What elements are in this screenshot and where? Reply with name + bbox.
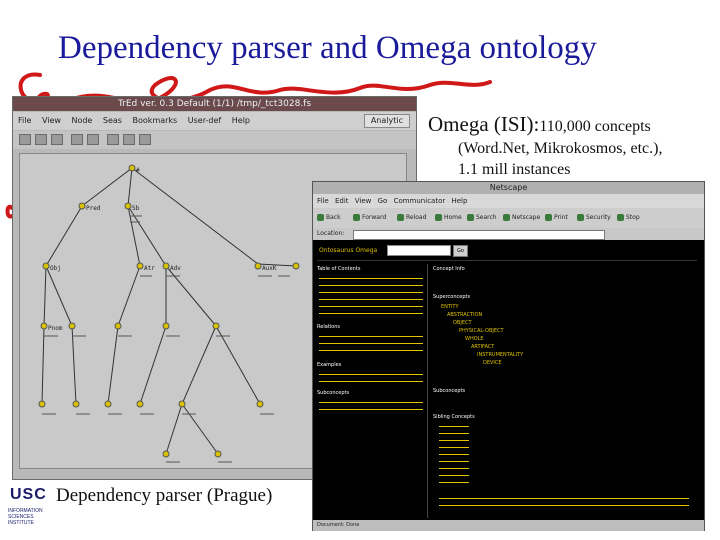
tred-menu-file[interactable]: File (18, 116, 31, 125)
ontology-search-input[interactable] (387, 245, 451, 256)
left-text-block (319, 334, 423, 356)
back-button[interactable]: Back (317, 212, 341, 224)
toolbar-button[interactable] (19, 134, 31, 145)
right-footer-text (439, 496, 689, 510)
superconcept-link[interactable]: ENTITY (441, 304, 459, 310)
tree-node-label: Sb (132, 205, 140, 212)
toolbar-button[interactable] (107, 134, 119, 145)
toolbar-button[interactable] (139, 134, 151, 145)
browser-menu-file[interactable]: File (317, 197, 329, 205)
superconcept-link[interactable]: INSTRUMENTALITY (477, 352, 523, 358)
omega-concept-count: 110,000 concepts (539, 118, 651, 135)
slide-title: Dependency parser and Omega ontology (58, 30, 597, 66)
tred-menubar: File View Node Seas Bookmarks User-def H… (13, 112, 416, 130)
tred-menu-bookmarks[interactable]: Bookmarks (133, 116, 178, 125)
left-section-title: Relations (317, 324, 340, 330)
tred-menu-view[interactable]: View (42, 116, 61, 125)
superconcept-link[interactable]: ABSTRACTION (447, 312, 482, 318)
superconcept-link[interactable]: ARTIFACT (471, 344, 494, 350)
browser-menu-edit[interactable]: Edit (335, 197, 349, 205)
browser-menubar: File Edit View Go Communicator Help (313, 194, 704, 208)
stop-button[interactable]: Stop (617, 212, 640, 224)
superconcept-link[interactable]: WHOLE (465, 336, 484, 342)
toolbar-button[interactable] (35, 134, 47, 145)
toolbar-button[interactable] (87, 134, 99, 145)
omega-headline: Omega (ISI):110,000 concepts (428, 112, 651, 137)
right-section-title: Superconcepts (433, 294, 471, 300)
toolbar-button[interactable] (71, 134, 83, 145)
usc-logo: USC (10, 486, 47, 503)
tree-node-label: Adv (170, 265, 181, 272)
home-button[interactable]: Home (435, 212, 462, 224)
browser-menu-view[interactable]: View (355, 197, 372, 205)
tree-node-label: Pnom (48, 325, 63, 332)
right-section-title: Subconcepts (433, 388, 466, 394)
left-text-block (319, 276, 423, 318)
toolbar-button[interactable] (123, 134, 135, 145)
browser-navbar: Back Forward Reload Home Search Netscape… (313, 208, 704, 228)
tred-menu-node[interactable]: Node (71, 116, 92, 125)
browser-content: Ontosaurus Omega Go Table of Contents Re… (313, 240, 704, 520)
superconcept-link[interactable]: DEVICE (483, 360, 502, 366)
tred-toolbar (13, 131, 416, 149)
browser-menu-communicator[interactable]: Communicator (394, 197, 446, 205)
parser-caption: Dependency parser (Prague) (56, 485, 273, 506)
left-text-block (319, 400, 423, 410)
superconcept-link[interactable]: PHYSICAL-OBJECT (459, 328, 504, 334)
left-text-block (319, 372, 423, 382)
left-section-title: Subconcepts (317, 390, 350, 396)
omega-instances: 1.1 mill instances (458, 161, 571, 178)
search-button[interactable]: Search (467, 212, 497, 224)
superconcept-link[interactable]: OBJECT (453, 320, 472, 326)
tred-style-select[interactable]: Analytic (363, 114, 410, 128)
location-input[interactable] (353, 230, 605, 240)
tred-menu-user-def[interactable]: User-def (188, 116, 221, 125)
browser-titlebar[interactable]: Netscape (313, 182, 704, 194)
tred-menu-help[interactable]: Help (232, 116, 250, 125)
right-section-title: Sibling Concepts (433, 414, 475, 420)
tred-titlebar[interactable]: TrEd ver. 0.3 Default (1/1) /tmp/_tct302… (13, 97, 416, 111)
reload-button[interactable]: Reload (397, 212, 426, 224)
omega-sources: (Word.Net, Mikrokosmos, etc.), (458, 140, 663, 157)
location-label: Location: (317, 230, 345, 237)
browser-menu-go[interactable]: Go (378, 197, 388, 205)
omega-browser-window: Netscape File Edit View Go Communicator … (312, 181, 705, 531)
go-button[interactable]: Go (453, 245, 468, 257)
ontology-search-bar: Ontosaurus Omega Go (317, 242, 697, 261)
browser-menu-help[interactable]: Help (451, 197, 467, 205)
tree-node-label: Atr (144, 265, 155, 272)
ontology-right-pane: Concept Info Superconcepts ENTITY ABSTRA… (431, 264, 701, 518)
tred-menu-seas[interactable]: Seas (103, 116, 122, 125)
tree-node-label: Pred (86, 205, 101, 212)
right-section-title: Concept Info (433, 266, 465, 272)
security-button[interactable]: Security (577, 212, 611, 224)
netscape-button[interactable]: Netscape (503, 212, 540, 224)
tree-node-label: # (136, 167, 140, 174)
tree-node-label: AuxK (262, 265, 277, 272)
location-bar: Location: (313, 228, 704, 240)
left-section-title: Examples (317, 362, 342, 368)
tree-node-label: Obj (50, 265, 61, 272)
ontology-left-pane: Table of Contents Relations Examples Sub… (315, 264, 428, 518)
toolbar-button[interactable] (51, 134, 63, 145)
search-label: Ontosaurus Omega (319, 247, 378, 254)
left-section-title: Table of Contents (317, 266, 361, 272)
forward-button[interactable]: Forward (353, 212, 386, 224)
omega-headline-main: Omega (ISI): (428, 112, 540, 136)
isi-logo-subtext: INFORMATION SCIENCES INSTITUTE (8, 508, 43, 526)
sibling-concept-list[interactable] (439, 424, 469, 484)
print-button[interactable]: Print (545, 212, 568, 224)
browser-status-bar: Document: Done (313, 520, 704, 531)
